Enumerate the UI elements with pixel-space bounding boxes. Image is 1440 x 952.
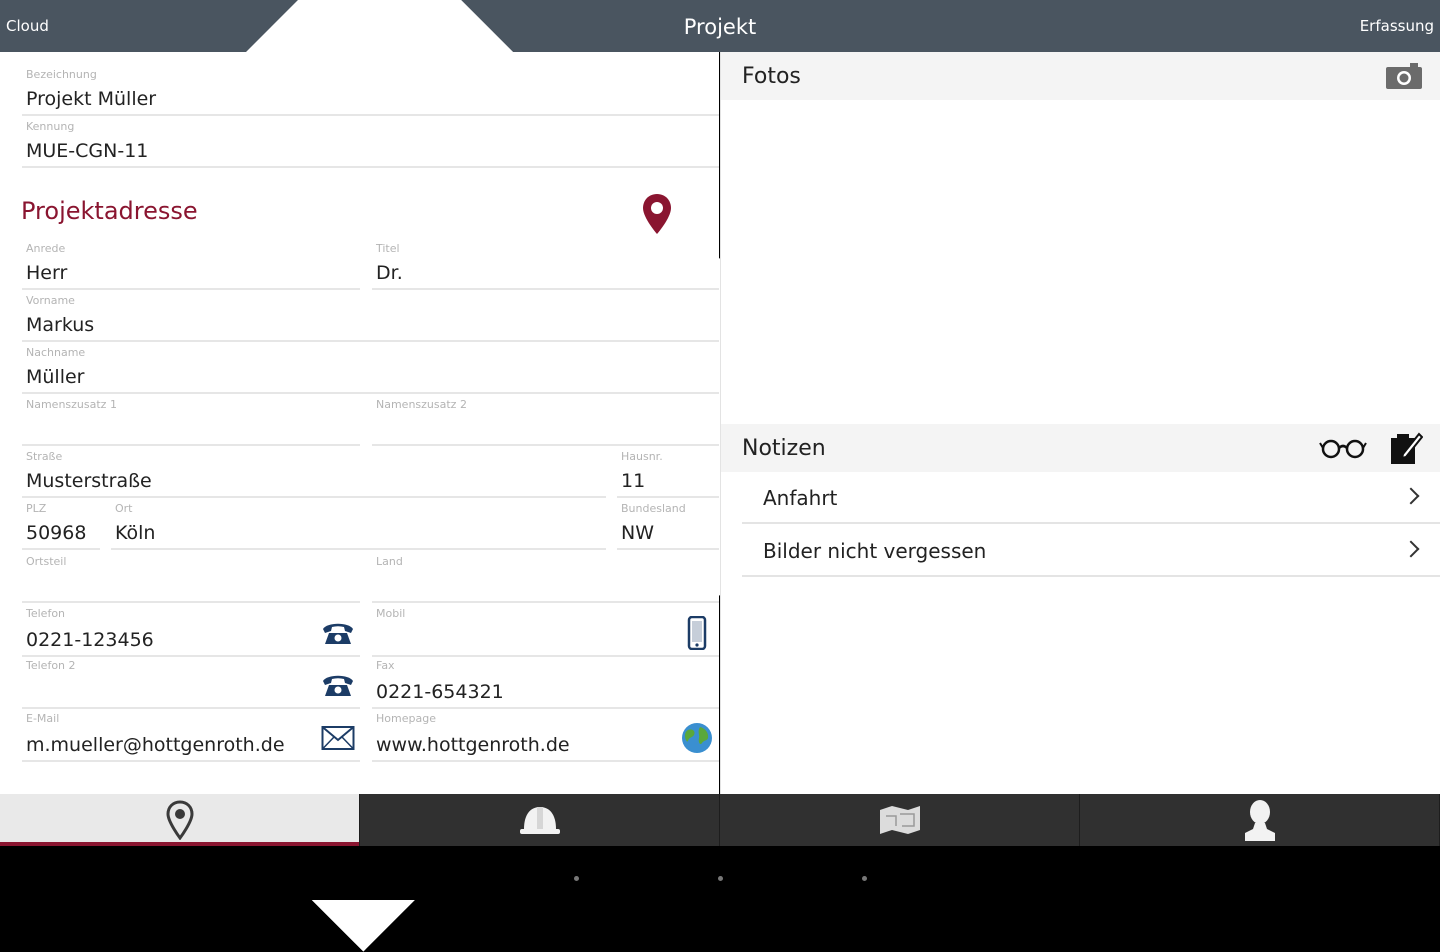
vorname-field[interactable]: Vorname Markus (22, 292, 719, 342)
tab-floor-plan[interactable] (720, 794, 1080, 846)
email-label: E-Mail (26, 712, 60, 725)
notizen-header: Notizen (721, 424, 1440, 472)
fotos-title: Fotos (742, 64, 801, 89)
chevron-right-icon (1402, 487, 1420, 505)
homepage-label: Homepage (376, 712, 436, 725)
camera-icon[interactable] (1385, 62, 1423, 94)
ort-label: Ort (115, 502, 133, 515)
titel-value: Dr. (376, 262, 403, 284)
kennung-label: Kennung (26, 120, 75, 133)
strasse-field[interactable]: Straße Musterstraße (22, 448, 606, 498)
telefon2-field[interactable]: Telefon 2 (22, 657, 360, 709)
namenszusatz1-field[interactable]: Namenszusatz 1 (22, 396, 360, 446)
telephone-icon[interactable] (320, 667, 356, 703)
tab-person[interactable] (1080, 794, 1440, 846)
bottom-tab-bar (0, 794, 1440, 846)
person-icon (1244, 800, 1275, 841)
bezeichnung-value: Projekt Müller (26, 88, 157, 110)
telefon2-label: Telefon 2 (26, 659, 76, 672)
vorname-value: Markus (26, 314, 95, 336)
homepage-field[interactable]: Homepage www.hottgenroth.de (372, 710, 719, 762)
bundesland-field[interactable]: Bundesland NW (617, 500, 719, 550)
anrede-label: Anrede (26, 242, 66, 255)
telefon-field[interactable]: Telefon 0221-123456 (22, 605, 360, 657)
map-pin-icon[interactable] (640, 192, 674, 240)
bezeichnung-field[interactable]: Bezeichnung Projekt Müller (22, 66, 719, 116)
forward-button[interactable]: Erfassung (1360, 12, 1434, 40)
glasses-icon[interactable] (1319, 437, 1367, 463)
strasse-value: Musterstraße (26, 470, 152, 492)
namenszusatz2-field[interactable]: Namenszusatz 2 (372, 396, 719, 446)
nav-back-dot[interactable] (574, 876, 579, 881)
note-item[interactable]: Anfahrt (742, 472, 1440, 524)
page-title: Projekt (683, 15, 757, 39)
hausnr-field[interactable]: Hausnr. 11 (617, 448, 719, 498)
fax-field[interactable]: Fax 0221-654321 (372, 657, 719, 709)
fax-label: Fax (376, 659, 395, 672)
project-form: Bezeichnung Projekt Müller Kennung MUE-C… (0, 52, 719, 794)
anrede-field[interactable]: Anrede Herr (22, 240, 360, 290)
fotos-header: Fotos (721, 52, 1440, 100)
note-item-label: Bilder nicht vergessen (763, 539, 987, 563)
telefon-label: Telefon (26, 607, 66, 620)
namenszusatz1-label: Namenszusatz 1 (26, 398, 117, 411)
homepage-value: www.hottgenroth.de (376, 734, 570, 756)
ort-value: Köln (115, 522, 156, 544)
hard-hat-icon (519, 807, 560, 834)
namenszusatz2-label: Namenszusatz 2 (376, 398, 467, 411)
hausnr-label: Hausnr. (621, 450, 663, 463)
top-bar: Cloud Projekt Erfassung (0, 0, 1440, 952)
kennung-field[interactable]: Kennung MUE-CGN-11 (22, 118, 719, 168)
ortsteil-label: Ortsteil (26, 555, 67, 568)
fax-value: 0221-654321 (376, 681, 504, 703)
plz-field[interactable]: PLZ 50968 (22, 500, 100, 550)
ort-field[interactable]: Ort Köln (111, 500, 606, 550)
email-value: m.mueller@hottgenroth.de (26, 734, 285, 756)
email-field[interactable]: E-Mail m.mueller@hottgenroth.de (22, 710, 360, 762)
telephone-icon[interactable] (320, 615, 356, 651)
anrede-value: Herr (26, 262, 68, 284)
land-label: Land (376, 555, 403, 568)
note-item[interactable]: Bilder nicht vergessen (742, 525, 1440, 577)
mobil-label: Mobil (376, 607, 406, 620)
note-item-label: Anfahrt (763, 486, 838, 510)
mobile-phone-icon[interactable] (679, 615, 715, 651)
telefon-value: 0221-123456 (26, 629, 154, 651)
chevron-right-icon (1402, 540, 1420, 558)
floor-plan-icon (879, 806, 920, 834)
strasse-label: Straße (26, 450, 63, 463)
hausnr-value: 11 (621, 470, 646, 492)
ortsteil-field[interactable]: Ortsteil (22, 553, 360, 603)
edit-note-icon[interactable] (1389, 430, 1424, 470)
bezeichnung-label: Bezeichnung (26, 68, 97, 81)
envelope-icon[interactable] (320, 720, 356, 756)
kennung-value: MUE-CGN-11 (26, 140, 149, 162)
titel-field[interactable]: Titel Dr. (372, 240, 719, 290)
notizen-title: Notizen (742, 436, 826, 461)
land-field[interactable]: Land (372, 553, 719, 603)
vorname-label: Vorname (26, 294, 75, 307)
system-nav-bar (0, 846, 1440, 900)
section-title-projektadresse: Projektadresse (21, 197, 198, 225)
location-pin-icon (165, 800, 194, 840)
nav-home-dot[interactable] (718, 876, 723, 881)
right-panel: Fotos Notizen Anfahrt Bilder nicht verge… (720, 52, 1440, 794)
mobil-field[interactable]: Mobil (372, 605, 719, 657)
nachname-field[interactable]: Nachname Müller (22, 344, 719, 394)
bundesland-value: NW (621, 522, 654, 544)
globe-icon[interactable] (679, 720, 715, 756)
nachname-label: Nachname (26, 346, 86, 359)
forward-label: Erfassung (1359, 17, 1434, 35)
tab-location[interactable] (0, 794, 360, 846)
tab-construction[interactable] (360, 794, 720, 846)
titel-label: Titel (376, 242, 400, 255)
nachname-value: Müller (26, 366, 85, 388)
plz-value: 50968 (26, 522, 87, 544)
bundesland-label: Bundesland (621, 502, 686, 515)
nav-recent-dot[interactable] (862, 876, 867, 881)
plz-label: PLZ (26, 502, 47, 515)
